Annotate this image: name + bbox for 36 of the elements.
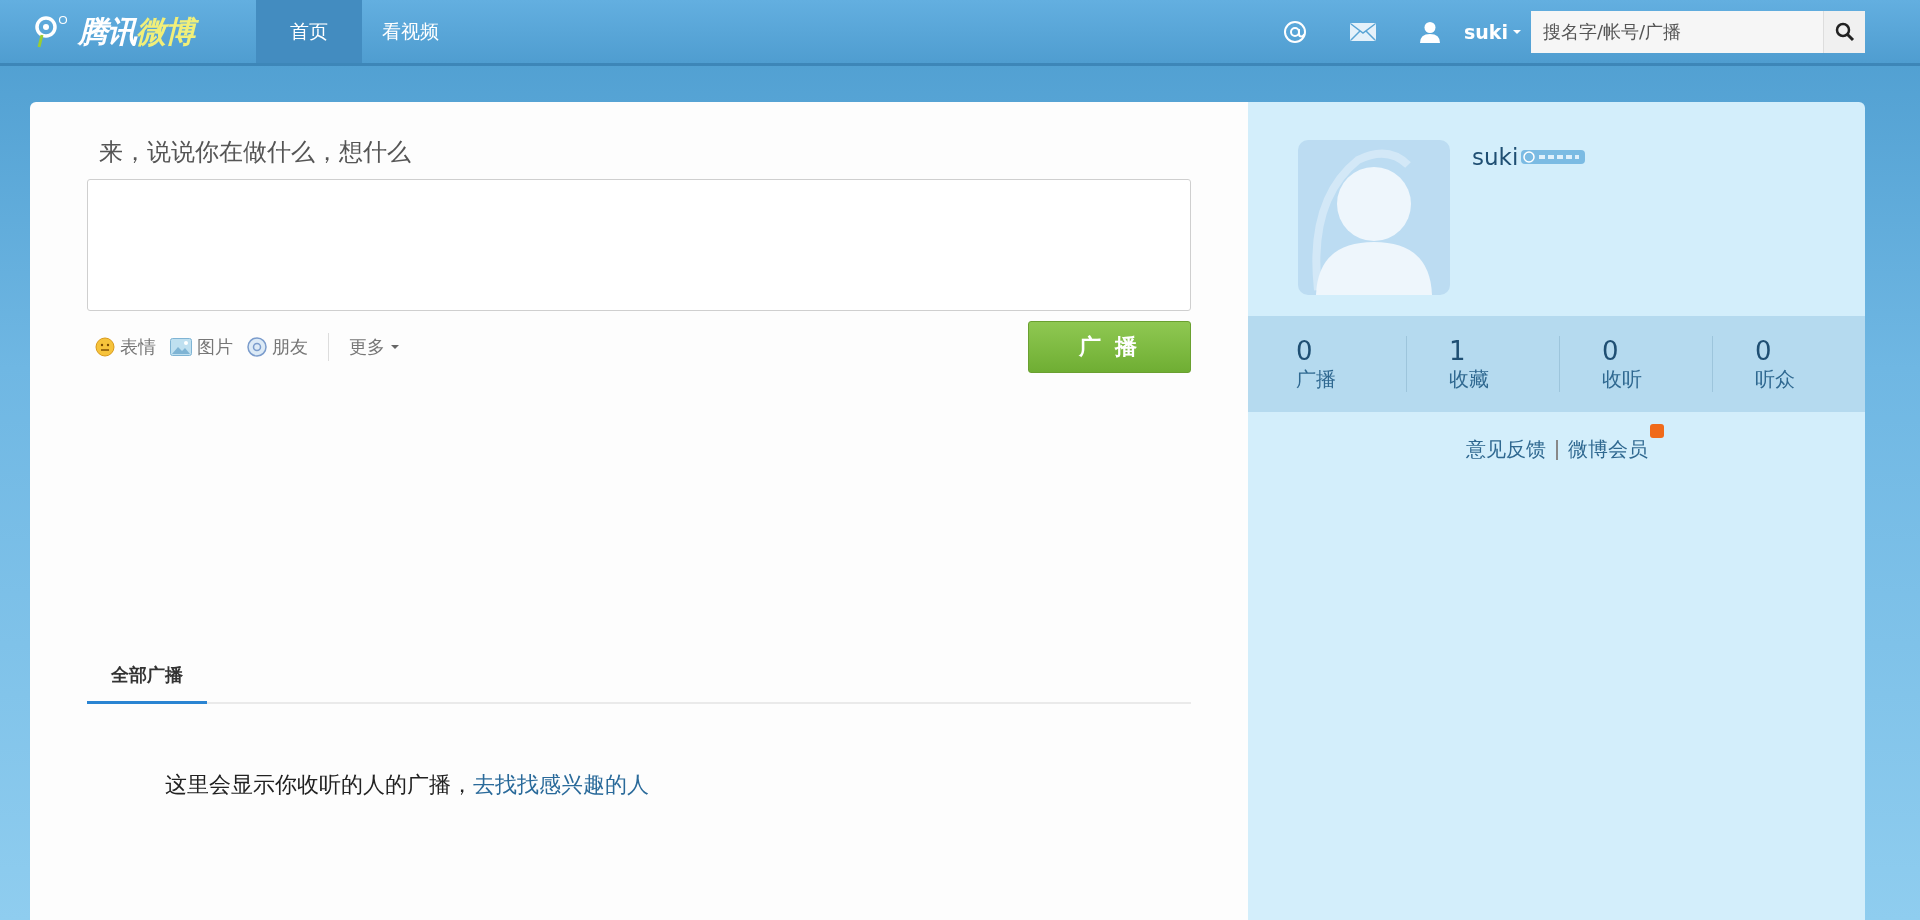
stat-count[interactable]: 0: [1602, 335, 1712, 366]
mention-icon[interactable]: [1283, 19, 1307, 44]
toolbar-button[interactable]: 图片: [170, 335, 233, 359]
logo-text[interactable]: 腾讯微博: [76, 10, 200, 53]
search-button[interactable]: [1823, 10, 1865, 53]
stat-label[interactable]: 收藏: [1449, 365, 1559, 393]
feed-tab[interactable]: 全部广播: [87, 663, 207, 704]
stat-label[interactable]: 听众: [1755, 365, 1865, 393]
user-menu[interactable]: suki: [1464, 20, 1521, 43]
stat-count[interactable]: 1: [1449, 335, 1559, 366]
nav-tab[interactable]: 看视频: [362, 0, 459, 63]
footer-link[interactable]: 意见反馈: [1465, 437, 1546, 461]
toolbar-button[interactable]: 表情: [95, 335, 156, 359]
avatar-icon[interactable]: [1298, 140, 1450, 295]
nav-tab[interactable]: 首页: [256, 0, 362, 63]
find-people-link[interactable]: 去找找感兴趣的人: [473, 772, 649, 797]
toolbar-button[interactable]: 朋友: [247, 335, 308, 359]
stat-label[interactable]: 广播: [1296, 365, 1406, 393]
footer-link[interactable]: 微博会员: [1567, 437, 1648, 461]
caret-icon: [1513, 29, 1521, 34]
stat-count[interactable]: 0: [1755, 335, 1865, 366]
post-input-field[interactable]: [87, 179, 1191, 311]
image-icon: [170, 338, 192, 356]
more-menu[interactable]: 更多: [349, 335, 399, 359]
caret-icon: [391, 345, 399, 349]
composer-prompt: 来，说说你在做什么，想什么: [99, 137, 412, 168]
search-field[interactable]: 搜名字/帐号/广播: [1531, 10, 1823, 53]
smiley-icon: [95, 337, 115, 357]
search-icon: [1834, 21, 1855, 42]
user-icon[interactable]: [1419, 20, 1441, 43]
empty-feed-message: 这里会显示你收听的人的广播，去找找感兴趣的人: [165, 771, 650, 799]
profile-name[interactable]: suki: [1472, 144, 1519, 170]
stat-label[interactable]: 收听: [1602, 365, 1712, 393]
badge-icon[interactable]: [1521, 150, 1586, 164]
mail-icon[interactable]: [1350, 22, 1376, 41]
stat-count[interactable]: 0: [1296, 335, 1406, 366]
